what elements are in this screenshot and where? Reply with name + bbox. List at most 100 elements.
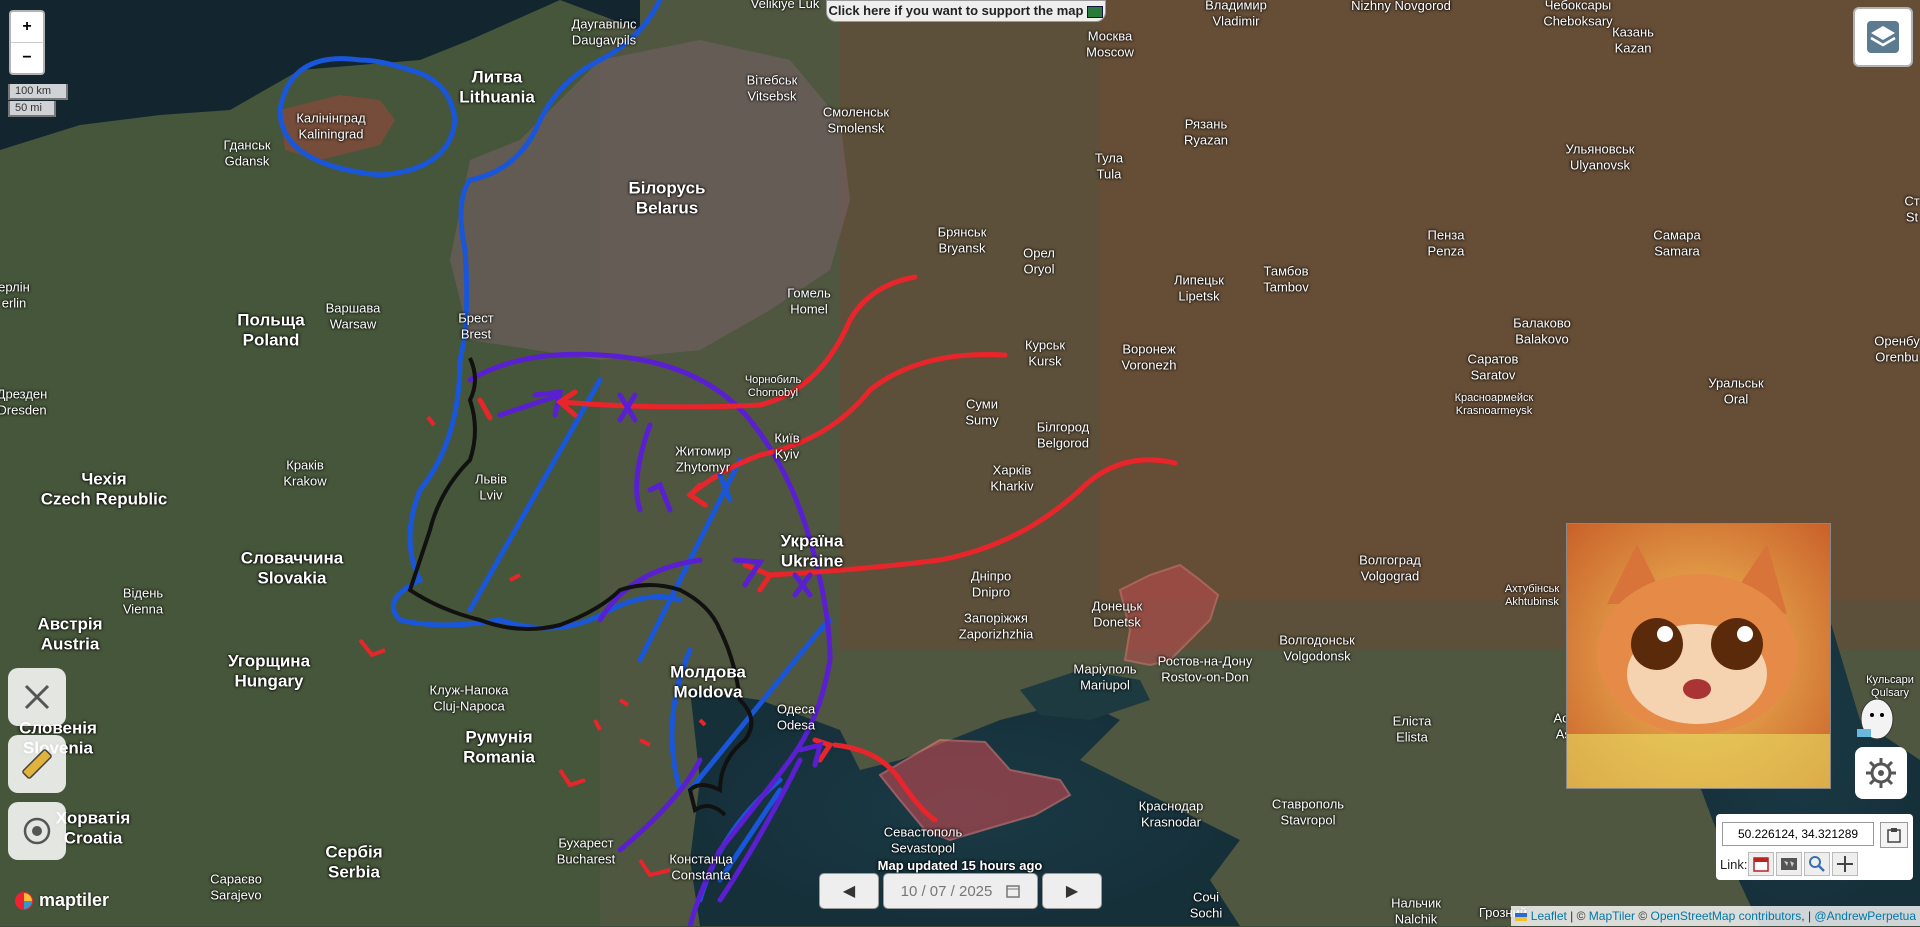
gear-icon xyxy=(1866,758,1896,788)
link-date-button[interactable] xyxy=(1748,852,1774,876)
city-label: Вітебськ Vitsebsk xyxy=(746,72,798,103)
next-date-button[interactable]: ▶ xyxy=(1042,873,1102,909)
city-label: Ростов-на-Дону Rostov-on-Don xyxy=(1157,653,1253,684)
city-label: Nizhny Novgorod xyxy=(1351,0,1451,14)
city-label: Оренбу Orenbu xyxy=(1874,333,1920,364)
city-label: Velikiye Luk xyxy=(750,0,820,12)
city-label: Курськ Kursk xyxy=(1024,337,1066,368)
map-updated-text: Map updated 15 hours ago xyxy=(877,858,1043,873)
crosshair-icon xyxy=(1837,856,1853,872)
city-label: Київ Kyiv xyxy=(774,430,800,461)
city-label: Словаччина Slovakia xyxy=(240,548,344,588)
city-label: Смоленськ Smolensk xyxy=(822,104,890,135)
city-label: Суми Sumy xyxy=(965,396,999,427)
city-label: Білгород Belgorod xyxy=(1036,419,1090,450)
city-label: Даугавпілс Daugavpils xyxy=(571,16,637,47)
city-label: Румунія Romania xyxy=(463,727,535,767)
calendar-picker-icon xyxy=(1006,885,1021,898)
mascot-icon xyxy=(1855,695,1895,745)
settings-button[interactable] xyxy=(1855,747,1907,799)
date-value: 10 / 07 / 2025 xyxy=(900,882,993,900)
osm-link[interactable]: OpenStreetMap contributors xyxy=(1651,909,1802,923)
link-label: Link: xyxy=(1720,857,1748,872)
city-label: Еліста Elista xyxy=(1392,713,1432,744)
city-label: Австрія Austria xyxy=(37,614,103,654)
x-button[interactable] xyxy=(8,668,66,726)
layers-icon xyxy=(1867,21,1899,53)
city-label: Гданськ Gdansk xyxy=(223,137,271,168)
city-label: Брест Brest xyxy=(458,310,494,341)
city-label: Владимир Vladimir xyxy=(1205,0,1267,28)
city-label: Орел Oryol xyxy=(1023,245,1055,276)
city-label: Відень Vienna xyxy=(122,585,164,616)
city-label: Волгоград Volgograd xyxy=(1359,552,1421,583)
city-label: Чехія Czech Republic xyxy=(40,469,168,509)
city-label: Польща Poland xyxy=(237,310,305,350)
author-link[interactable]: @AndrewPerpetua xyxy=(1814,909,1916,923)
city-label: Уральськ Oral xyxy=(1708,375,1764,406)
city-label: Рязань Ryazan xyxy=(1183,116,1229,147)
city-label: Саратов Saratov xyxy=(1467,351,1519,382)
city-label: Сербія Serbia xyxy=(325,842,383,882)
city-label: Запоріжжя Zaporizhzhia xyxy=(958,610,1034,641)
city-label: Хорватія Croatia xyxy=(55,808,131,848)
city-label: Ахтубінськ Akhtubinsk xyxy=(1504,582,1560,608)
city-label: Пенза Penza xyxy=(1427,227,1465,258)
scale-mi: 50 mi xyxy=(8,101,56,117)
city-label: Сочі Sochi xyxy=(1189,889,1223,920)
city-label: Литва Lithuania xyxy=(459,67,535,107)
link-zoom-button[interactable] xyxy=(1804,852,1830,876)
coordinates-panel: Link: xyxy=(1716,814,1913,880)
city-label: Воронеж Voronezh xyxy=(1121,341,1177,372)
city-label: Житомир Zhytomyr xyxy=(675,443,731,474)
city-label: Молдова Moldova xyxy=(670,662,746,702)
link-map-button[interactable] xyxy=(1776,852,1802,876)
city-label: Клуж-Напока Cluj-Napoca xyxy=(429,682,509,713)
link-marker-button[interactable] xyxy=(1832,852,1858,876)
zoom-control: + − xyxy=(9,10,45,75)
coordinates-input[interactable] xyxy=(1722,822,1874,846)
maptiler-logo-icon xyxy=(15,892,33,911)
city-label: Констанца Constanta xyxy=(669,851,733,882)
city-label: Балаково Balakovo xyxy=(1513,315,1571,346)
city-label: Маріуполь Mariupol xyxy=(1073,661,1137,692)
city-label: Нальчик Nalchik xyxy=(1391,895,1441,926)
city-label: Севастополь Sevastopol xyxy=(883,824,963,855)
support-banner[interactable]: Click here if you want to support the ma… xyxy=(826,0,1106,22)
target-icon xyxy=(23,817,51,845)
ukraine-flag-icon xyxy=(1087,5,1104,18)
city-label: Ставрополь Stavropol xyxy=(1271,796,1345,827)
city-label: Гомель Homel xyxy=(787,285,831,316)
city-label: Брянськ Bryansk xyxy=(937,224,987,255)
city-label: Одеса Odesa xyxy=(776,701,816,732)
city-label: Чорнобиль Chornobyl xyxy=(744,373,802,399)
city-label: Варшава Warsaw xyxy=(325,300,381,331)
city-label: Калінінград Kaliningrad xyxy=(296,110,366,141)
maptiler-link[interactable]: MapTiler xyxy=(1589,909,1635,923)
ruler-button[interactable] xyxy=(8,735,66,793)
layers-button[interactable] xyxy=(1853,7,1913,67)
ukraine-flag-small-icon xyxy=(1515,912,1528,921)
date-input[interactable]: 10 / 07 / 2025 xyxy=(883,873,1038,909)
leaflet-link[interactable]: Leaflet xyxy=(1531,909,1567,923)
zoom-out-button[interactable]: − xyxy=(11,42,43,73)
city-label: Донецьк Donetsk xyxy=(1091,598,1143,629)
city-label: Дніпро Dnipro xyxy=(970,568,1012,599)
ruler-icon xyxy=(22,749,52,779)
world-map-icon xyxy=(1781,858,1797,870)
city-label: Казань Kazan xyxy=(1612,24,1654,55)
city-label: Угорщина Hungary xyxy=(227,651,311,691)
city-label: Чебоксары Cheboksary xyxy=(1543,0,1613,28)
city-label: Красноармейск Krasnoarmeysk xyxy=(1454,391,1534,417)
city-label: Самара Samara xyxy=(1653,227,1701,258)
zoom-in-button[interactable]: + xyxy=(11,12,43,42)
maptiler-logo[interactable]: maptiler xyxy=(14,890,109,911)
prev-date-button[interactable]: ◀ xyxy=(819,873,879,909)
city-label: Тула Tula xyxy=(1094,150,1124,181)
cat-image xyxy=(1566,523,1831,789)
city-label: ерлін erlin xyxy=(0,279,30,310)
clipboard-icon xyxy=(1887,828,1901,843)
city-label: Москва Moscow xyxy=(1086,28,1134,59)
locate-button[interactable] xyxy=(8,802,66,860)
copy-button[interactable] xyxy=(1880,822,1908,848)
